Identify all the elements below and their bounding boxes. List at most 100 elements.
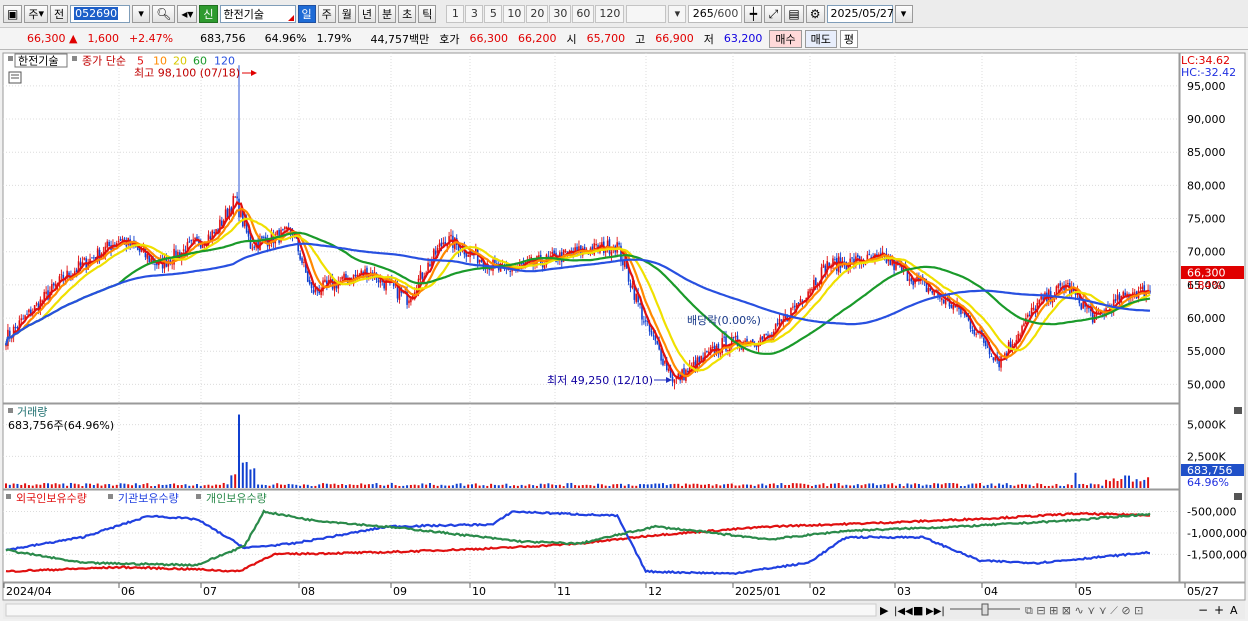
candle-body	[154, 263, 156, 265]
volume-bar	[577, 485, 580, 488]
scroll-first-icon[interactable]: |◀◀	[894, 606, 913, 617]
candle-body	[656, 340, 659, 344]
period-month-button[interactable]: 월	[337, 4, 356, 23]
search-icon[interactable]: 🔍︎	[152, 4, 176, 23]
draw-tool-icon[interactable]: ⤢	[764, 4, 783, 23]
candle-body	[419, 270, 422, 280]
candle-body	[1019, 334, 1021, 336]
custom-interval-dropdown-icon[interactable]: ▾	[668, 4, 687, 23]
candle-body	[990, 356, 993, 358]
volume-bar	[539, 483, 542, 488]
interval-3-button[interactable]: 3	[465, 4, 484, 23]
volume-bar	[696, 483, 699, 488]
volume-bar	[360, 483, 363, 488]
window-icon[interactable]: ▣	[3, 4, 23, 23]
volume-bar	[654, 483, 657, 488]
volume-bar	[1028, 484, 1031, 488]
volume-bar	[574, 485, 577, 488]
volume-close-icon[interactable]	[1234, 407, 1242, 414]
interval-10-button[interactable]: 10	[503, 4, 526, 23]
volume-bar	[264, 485, 267, 488]
volume-bar	[50, 484, 53, 488]
volume-bar	[77, 484, 80, 488]
stock-chart[interactable]: 95,00090,00085,00080,00075,00070,00065,0…	[0, 50, 1248, 621]
candle-body	[263, 236, 265, 238]
eval-button[interactable]: 평	[839, 29, 859, 48]
layout-icons[interactable]: ⧉ ⊟ ⊞ ⊠ ∿ ⋎ ⋎ ⟋ ⊘ ⊡	[1025, 604, 1143, 617]
period-second-button[interactable]: 초	[398, 4, 417, 23]
volume-bar	[260, 484, 263, 488]
legend-institution: 기관보유수량	[118, 492, 179, 505]
volume-bar	[490, 483, 493, 488]
volume-bar	[35, 484, 38, 488]
interval-5-button[interactable]: 5	[484, 4, 503, 23]
holding-menu-icon-1[interactable]	[6, 494, 11, 499]
candle-body	[664, 360, 666, 364]
candle-body	[303, 261, 305, 263]
candle-body	[1004, 353, 1006, 356]
interval-1-button[interactable]: 1	[446, 4, 465, 23]
stock-code-text: 052690	[74, 7, 119, 20]
stock-name-field[interactable]: 한전기술	[219, 4, 296, 23]
scroll-right-icon[interactable]: ▶	[880, 604, 889, 617]
volume-bar	[501, 484, 504, 488]
zoom-slider-handle[interactable]	[981, 603, 989, 616]
interval-120-button[interactable]: 120	[595, 4, 625, 23]
zoom-in-icon[interactable]: +	[1214, 603, 1224, 617]
calendar-dropdown-icon[interactable]: ▾	[894, 4, 913, 23]
volume-bar	[883, 484, 886, 488]
interval-20-button[interactable]: 20	[526, 4, 549, 23]
volume-bar	[719, 485, 722, 488]
interval-30-button[interactable]: 30	[549, 4, 572, 23]
date-input[interactable]: 2025/05/27	[826, 4, 894, 23]
stock-code-input[interactable]: 052690	[70, 4, 131, 23]
buy-button[interactable]: 매수	[769, 29, 802, 48]
period-week-button[interactable]: 주	[317, 4, 336, 23]
current-price-marker-text: 66,300	[1187, 267, 1226, 280]
candle-body	[799, 299, 802, 302]
gear-icon[interactable]: ⚙	[805, 4, 825, 23]
period-day-button[interactable]: 일	[297, 4, 316, 23]
candle-type-icon[interactable]: ┿	[744, 4, 763, 23]
period-select[interactable]: 주 ▾	[24, 4, 48, 23]
custom-interval-input[interactable]	[626, 4, 667, 23]
period-minute-button[interactable]: 분	[378, 4, 397, 23]
indicator-menu-icon[interactable]	[72, 56, 77, 61]
sell-button[interactable]: 매도	[804, 29, 837, 48]
volume-bar	[352, 484, 355, 488]
candle-body	[1141, 286, 1144, 290]
candle-body	[1116, 295, 1119, 300]
period-tick-button[interactable]: 틱	[418, 4, 437, 23]
volume-bar	[910, 484, 913, 488]
auto-scale-icon[interactable]: A	[1230, 604, 1238, 617]
holding-menu-icon-2[interactable]	[108, 494, 113, 499]
stop-icon[interactable]: ■	[913, 604, 923, 617]
volume-bar	[967, 484, 970, 488]
speaker-icon[interactable]: ◂▾	[177, 4, 198, 23]
prev-button[interactable]: 전	[50, 4, 69, 23]
current-pct-text: 1.84%	[1187, 279, 1222, 292]
volume-bar	[341, 484, 344, 488]
candle-body	[700, 355, 702, 361]
zoom-out-icon[interactable]: −	[1198, 603, 1208, 617]
interval-60-button[interactable]: 60	[572, 4, 595, 23]
count-input[interactable]: 265/600	[688, 4, 743, 23]
candle-body	[136, 247, 139, 251]
volume-bar	[1001, 484, 1004, 488]
candle-body	[224, 209, 227, 220]
candle-body	[221, 220, 223, 226]
panel-menu-icon[interactable]	[8, 56, 13, 61]
scroll-last-icon[interactable]: ▶▶|	[926, 606, 945, 617]
scroll-track[interactable]	[5, 603, 877, 617]
period-year-button[interactable]: 년	[357, 4, 377, 23]
candle-body	[933, 292, 935, 296]
holding-menu-icon-3[interactable]	[196, 494, 201, 499]
code-dropdown-icon[interactable]: ▾	[132, 4, 151, 23]
save-icon[interactable]: ▤	[784, 4, 804, 23]
candle-body	[971, 330, 974, 332]
candle-body	[992, 357, 995, 361]
candle-body	[190, 240, 193, 242]
volume-menu-icon[interactable]	[8, 408, 13, 413]
candle-body	[392, 283, 395, 287]
holding-close-icon[interactable]	[1234, 493, 1242, 500]
